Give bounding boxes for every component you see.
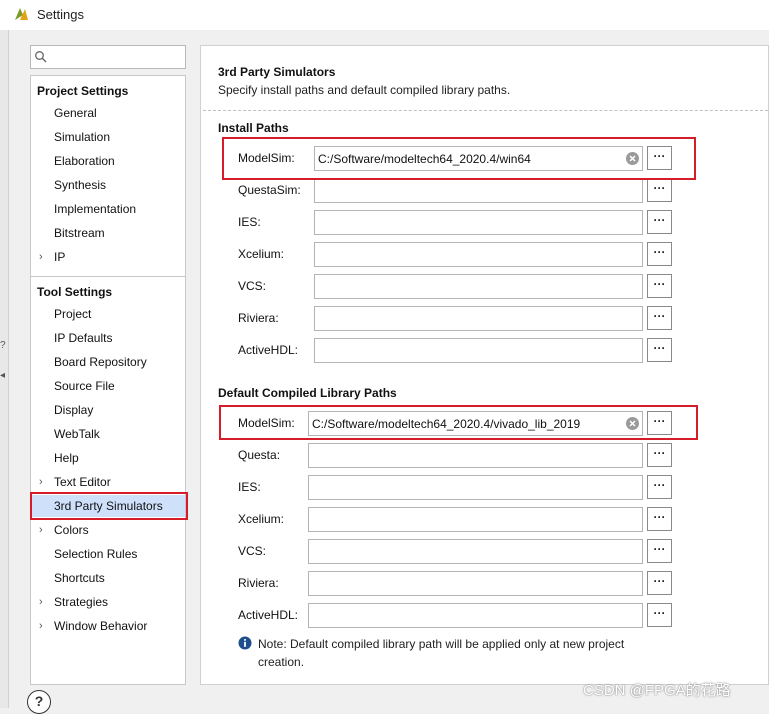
xcelium-install-path-input[interactable] (314, 242, 643, 267)
riviera-library-browse-button[interactable]: ··· (647, 571, 672, 595)
sidebar-item-implementation[interactable]: Implementation (31, 198, 185, 220)
settings-search-input[interactable] (30, 45, 186, 69)
library-row-questa: Questa: ··· (201, 441, 769, 469)
sidebar-item-webtalk[interactable]: WebTalk (31, 423, 185, 445)
activehdl-install-browse-button[interactable]: ··· (647, 338, 672, 362)
install-row-xcelium: Xcelium: ··· (201, 240, 769, 268)
install-row-vcs: VCS: ··· (201, 272, 769, 300)
chevron-right-icon[interactable]: › (39, 471, 43, 493)
sidebar-item-shortcuts[interactable]: Shortcuts (31, 567, 185, 589)
riviera-library-path-input[interactable] (308, 571, 643, 596)
sidebar-item-board-repository[interactable]: Board Repository (31, 351, 185, 373)
sidebar-item-selection-rules[interactable]: Selection Rules (31, 543, 185, 565)
sidebar-item-window-behavior[interactable]: › Window Behavior (31, 615, 185, 637)
vcs-library-path-input[interactable] (308, 539, 643, 564)
sidebar-item-synthesis[interactable]: Synthesis (31, 174, 185, 196)
library-row-riviera: Riviera: ··· (201, 569, 769, 597)
activehdl-install-path-input[interactable] (314, 338, 643, 363)
sidebar-item-general[interactable]: General (31, 102, 185, 124)
vcs-install-path-input[interactable] (314, 274, 643, 299)
divider (203, 110, 768, 111)
questa-library-browse-button[interactable]: ··· (647, 443, 672, 467)
xcelium-install-browse-button[interactable]: ··· (647, 242, 672, 266)
ies-install-browse-button[interactable]: ··· (647, 210, 672, 234)
project-settings-header: Project Settings (37, 84, 129, 98)
chevron-right-icon[interactable]: › (39, 615, 43, 637)
questasim-install-path-input[interactable] (314, 178, 643, 203)
sidebar-item-strategies[interactable]: › Strategies (31, 591, 185, 613)
sidebar-item-elaboration[interactable]: Elaboration (31, 150, 185, 172)
highlight-box (219, 405, 698, 440)
sidebar-item-colors[interactable]: › Colors (31, 519, 185, 541)
settings-tree: Project Settings General Simulation Elab… (30, 75, 186, 685)
library-row-vcs: VCS: ··· (201, 537, 769, 565)
library-row-xcelium: Xcelium: ··· (201, 505, 769, 533)
vcs-library-browse-button[interactable]: ··· (647, 539, 672, 563)
xcelium-library-path-input[interactable] (308, 507, 643, 532)
sidebar-item-text-editor[interactable]: › Text Editor (31, 471, 185, 493)
divider (31, 276, 185, 277)
sidebar-item-help[interactable]: Help (31, 447, 185, 469)
questasim-install-browse-button[interactable]: ··· (647, 178, 672, 202)
ies-install-path-input[interactable] (314, 210, 643, 235)
vivado-logo-icon (15, 8, 28, 20)
activehdl-library-browse-button[interactable]: ··· (647, 603, 672, 627)
sidebar-item-bitstream[interactable]: Bitstream (31, 222, 185, 244)
watermark: CSDN @FPGA的花路 (583, 682, 731, 699)
window-title: Settings (37, 7, 84, 22)
library-row-activehdl: ActiveHDL: ··· (201, 601, 769, 629)
sidebar-item-simulation[interactable]: Simulation (31, 126, 185, 148)
library-row-ies: IES: ··· (201, 473, 769, 501)
chevron-right-icon[interactable]: › (39, 591, 43, 613)
sidebar-item-project[interactable]: Project (31, 303, 185, 325)
page-description: Specify install paths and default compil… (218, 83, 511, 97)
chevron-right-icon[interactable]: › (39, 519, 43, 541)
search-icon (35, 51, 47, 63)
background-window-edge: ? ◂ (0, 30, 9, 708)
install-row-questasim: QuestaSim: ··· (201, 176, 769, 204)
info-icon (238, 636, 252, 650)
install-row-riviera: Riviera: ··· (201, 304, 769, 332)
page-title: 3rd Party Simulators (218, 65, 336, 79)
riviera-install-path-input[interactable] (314, 306, 643, 331)
questa-library-path-input[interactable] (308, 443, 643, 468)
sidebar-item-ip-defaults[interactable]: IP Defaults (31, 327, 185, 349)
sidebar-item-ip[interactable]: › IP (31, 246, 185, 268)
sidebar-item-display[interactable]: Display (31, 399, 185, 421)
title-bar: Settings (0, 0, 769, 30)
install-row-activehdl: ActiveHDL: ··· (201, 336, 769, 364)
activehdl-library-path-input[interactable] (308, 603, 643, 628)
highlight-box (222, 137, 696, 180)
riviera-install-browse-button[interactable]: ··· (647, 306, 672, 330)
chevron-right-icon[interactable]: › (39, 246, 43, 268)
ies-library-path-input[interactable] (308, 475, 643, 500)
ies-library-browse-button[interactable]: ··· (647, 475, 672, 499)
xcelium-library-browse-button[interactable]: ··· (647, 507, 672, 531)
tool-settings-header: Tool Settings (37, 285, 113, 299)
note-text: Note: Default compiled library path will… (258, 637, 625, 669)
install-row-ies: IES: ··· (201, 208, 769, 236)
highlight-box (30, 492, 188, 520)
install-paths-header: Install Paths (218, 121, 289, 135)
sidebar-item-source-file[interactable]: Source File (31, 375, 185, 397)
library-paths-header: Default Compiled Library Paths (218, 386, 397, 400)
vcs-install-browse-button[interactable]: ··· (647, 274, 672, 298)
help-button[interactable]: ? (27, 690, 51, 714)
